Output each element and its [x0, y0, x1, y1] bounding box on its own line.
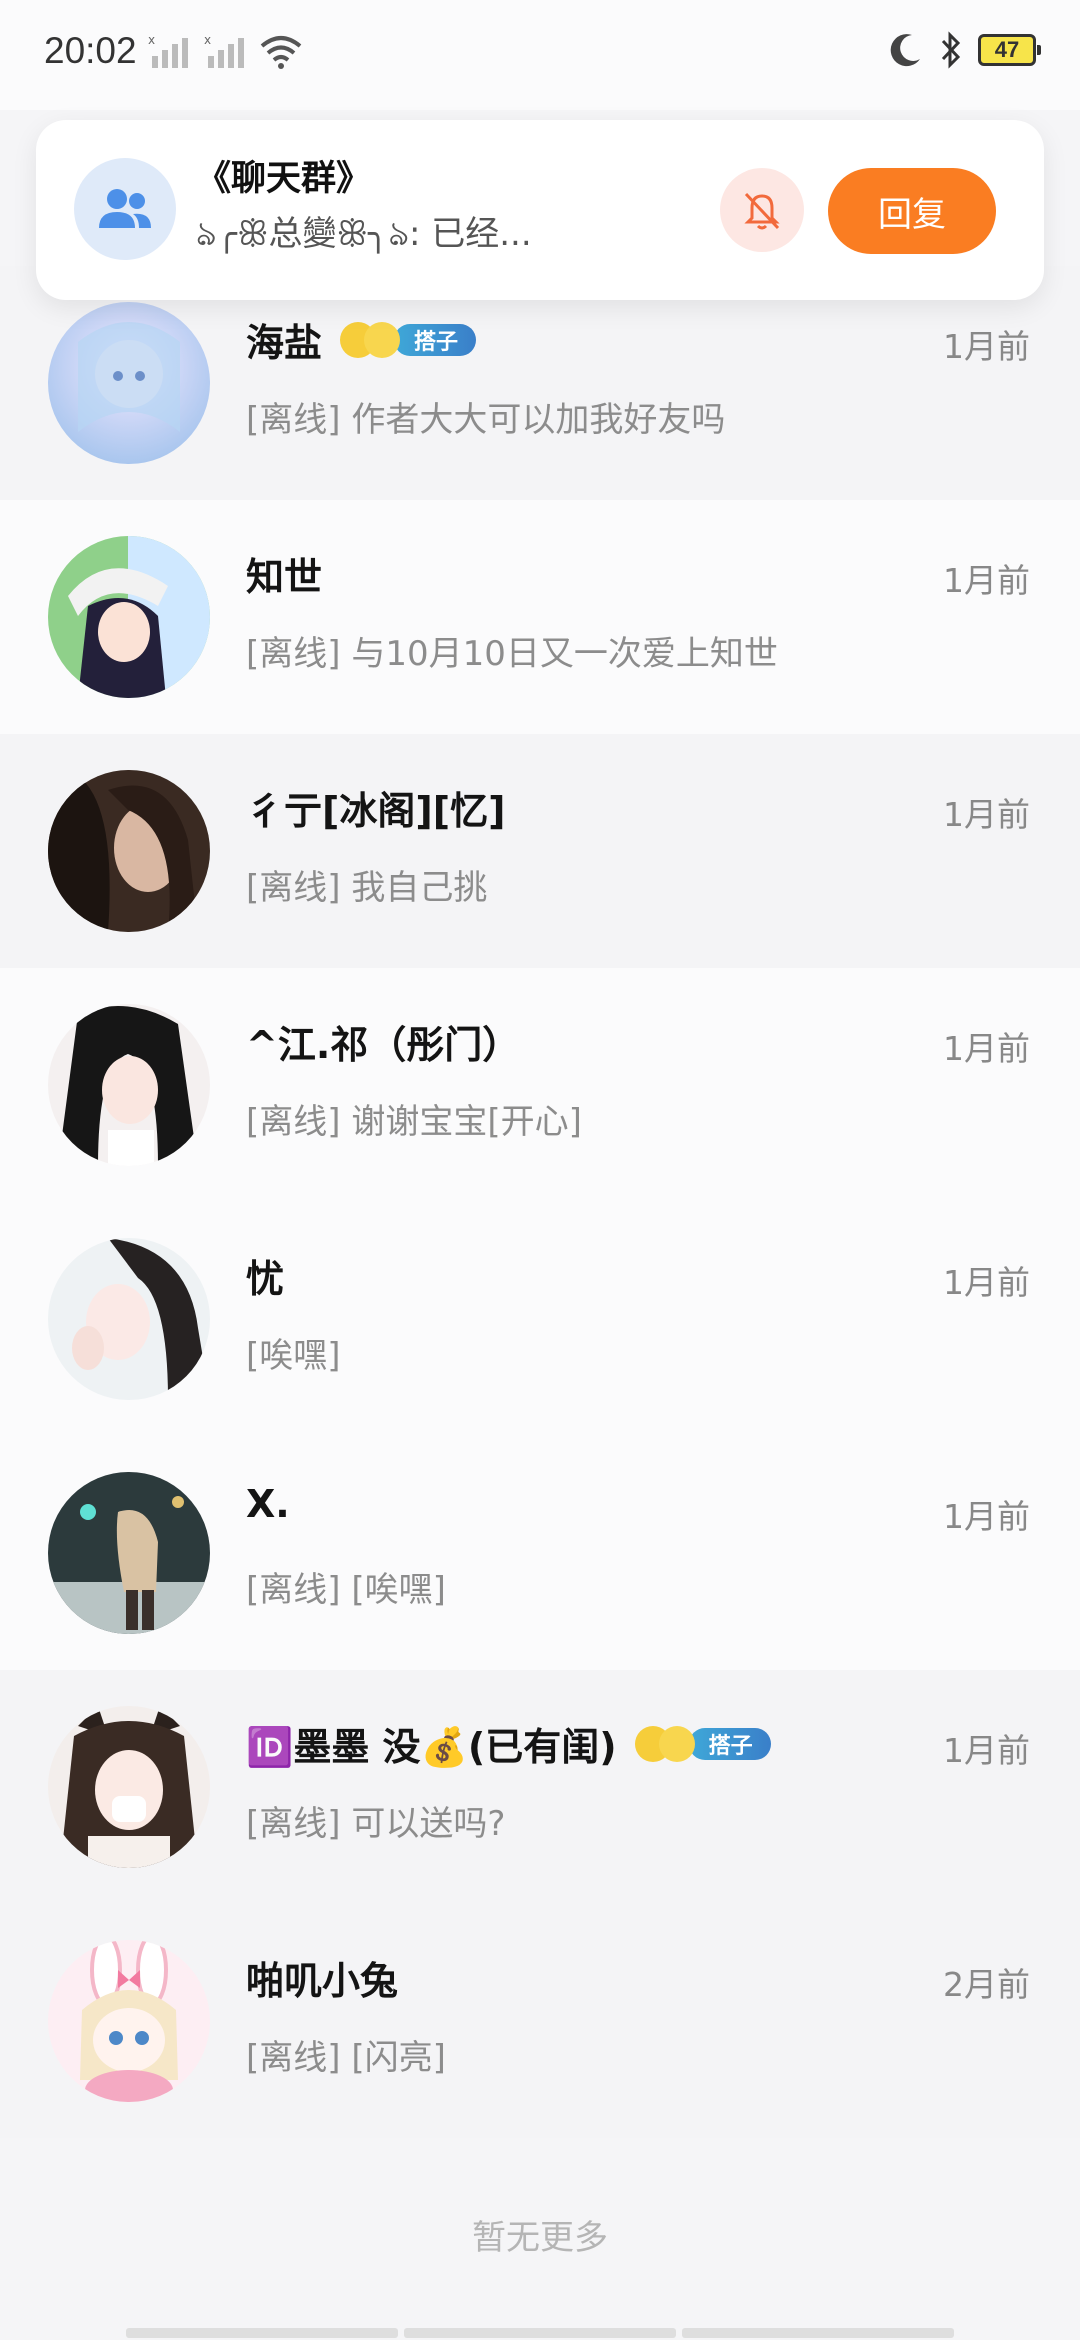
contact-name: 忧 [246, 1257, 285, 1301]
message-time: 1月前 [943, 1029, 1030, 1068]
contact-name: 彳亍[冰阁][忆] [246, 789, 506, 833]
partner-badge: 搭子 [634, 1725, 771, 1762]
message-preview: [离线] 与10月10日又一次爱上知世 [246, 634, 778, 674]
message-preview: [离线] 可以送吗? [246, 1804, 506, 1844]
svg-text:x: x [204, 34, 211, 47]
message-preview: [离线] [闪亮] [246, 2038, 446, 2078]
group-title: 《聊天群》 [196, 159, 372, 199]
message-time: 1月前 [943, 561, 1030, 600]
message-time: 1月前 [943, 327, 1030, 366]
partner-badge: 搭子 [340, 321, 477, 358]
avatar[interactable] [48, 536, 210, 698]
avatar-image [48, 770, 210, 932]
badge-label: 搭子 [394, 323, 477, 356]
name-line: 海盐 搭子 [246, 312, 477, 367]
group-users-icon [99, 189, 151, 228]
message-time: 1月前 [943, 1263, 1030, 1302]
nav-segment [126, 2328, 398, 2338]
message-preview: [唉嘿] [246, 1336, 341, 1376]
name-line: 知世 [246, 546, 322, 601]
status-bar: 20:02 x x 47 [0, 0, 1080, 110]
message-preview: [离线] 谢谢宝宝[开心] [246, 1102, 582, 1142]
name-line: 彳亍[冰阁][忆] [246, 780, 505, 835]
wifi-icon [260, 36, 302, 69]
conversation-row[interactable]: 彳亍[冰阁][忆] 1月前 [离线] 我自己挑 [0, 734, 1080, 968]
message-time: 1月前 [943, 1497, 1030, 1536]
signal-icon-2: x [204, 34, 244, 68]
avatar[interactable] [48, 1472, 210, 1634]
conversation-row[interactable]: 啪叽小兔 2月前 [离线] [闪亮] [0, 1904, 1080, 2138]
reply-button[interactable]: 回复 [828, 168, 996, 254]
avatar-image [48, 302, 210, 464]
avatar-image [48, 1706, 210, 1868]
status-time: 20:02 [44, 30, 137, 71]
conversation-row[interactable]: X. 1月前 [离线] [唉嘿] [0, 1436, 1080, 1670]
mute-button[interactable] [720, 168, 804, 252]
message-preview: [离线] 我自己挑 [246, 868, 488, 908]
contact-name: 啪叽小兔 [246, 1959, 399, 2003]
conversation-row[interactable]: 海盐 搭子 1月前 [离线] 作者大大可以加我好友吗 [0, 266, 1080, 500]
contact-name: X. [246, 1482, 290, 1526]
conversation-list: 海盐 搭子 1月前 [离线] 作者大大可以加我好友吗 知世 1月前 [离线] 与… [0, 266, 1080, 2138]
wink-emoji-icon [364, 321, 401, 358]
message-preview: [离线] [唉嘿] [246, 1570, 446, 1610]
avatar[interactable] [48, 770, 210, 932]
name-line: 忧 [246, 1248, 284, 1303]
message-time: 1月前 [943, 795, 1030, 834]
status-right: 47 [886, 30, 1041, 70]
name-line: ^江.祁（彤门） [246, 1014, 520, 1069]
contact-name: ^江.祁（彤门） [246, 1023, 521, 1067]
group-chat-card[interactable]: 《聊天群》 ঌ╭ꕥ总變ꕥ╮ঌ: 已经... 回复 [36, 120, 1044, 300]
avatar[interactable] [48, 302, 210, 464]
conversation-row[interactable]: 忧 1月前 [唉嘿] [0, 1202, 1080, 1436]
contact-name: 海盐 [246, 321, 323, 365]
bluetooth-icon [941, 31, 961, 69]
message-time: 2月前 [943, 1965, 1030, 2004]
avatar[interactable] [48, 1706, 210, 1868]
avatar-image [48, 536, 210, 698]
conversation-row[interactable]: 知世 1月前 [离线] 与10月10日又一次爱上知世 [0, 500, 1080, 734]
signal-icon: x [148, 34, 188, 68]
group-last-message: ঌ╭ꕥ总變ꕥ╮ঌ: 已经... [196, 214, 532, 254]
wink-emoji-icon [658, 1725, 695, 1762]
avatar[interactable] [48, 1940, 210, 2102]
conversation-row[interactable]: 🆔墨墨 没💰(已有闺) 搭子 1月前 [离线] 可以送吗? [0, 1670, 1080, 1904]
bottom-nav-indicator [126, 2328, 954, 2338]
battery-indicator: 47 [978, 34, 1041, 66]
message-time: 1月前 [943, 1731, 1030, 1770]
nav-segment [682, 2328, 954, 2338]
moon-icon [890, 34, 920, 67]
avatar-image [48, 1940, 210, 2102]
name-line: 🆔墨墨 没💰(已有闺) 搭子 [246, 1716, 771, 1771]
name-line: 啪叽小兔 [246, 1950, 398, 2005]
svg-text:x: x [148, 34, 155, 47]
bell-off-icon [744, 192, 780, 230]
avatar[interactable] [48, 1004, 210, 1166]
conversation-row[interactable]: ^江.祁（彤门） 1月前 [离线] 谢谢宝宝[开心] [0, 968, 1080, 1202]
nav-segment [404, 2328, 676, 2338]
no-more-text: 暂无更多 [472, 2218, 608, 2258]
battery-level: 47 [994, 37, 1020, 62]
name-line: X. [246, 1482, 290, 1526]
avatar-image [48, 1238, 210, 1400]
avatar-image [48, 1004, 210, 1166]
group-avatar[interactable] [74, 158, 176, 260]
message-preview: [离线] 作者大大可以加我好友吗 [246, 400, 726, 440]
avatar[interactable] [48, 1238, 210, 1400]
badge-label: 搭子 [688, 1727, 771, 1760]
contact-name: 🆔墨墨 没💰(已有闺) [246, 1725, 617, 1769]
avatar-image [48, 1472, 210, 1634]
contact-name: 知世 [246, 555, 323, 599]
